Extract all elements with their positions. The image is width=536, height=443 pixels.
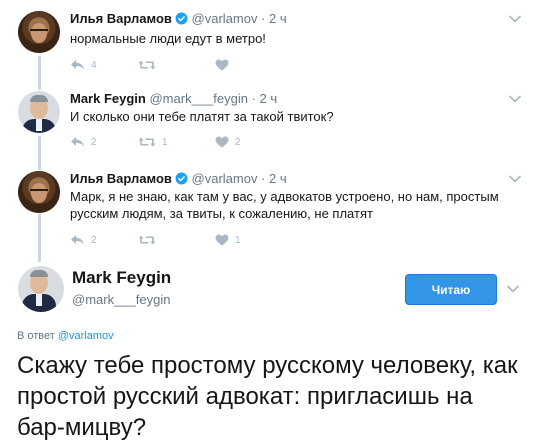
tweet-1[interactable]: Илья Варламов @varlamov · 2 ч нормальные…	[0, 0, 536, 80]
retweet-icon	[138, 137, 156, 147]
retweet-button[interactable]: 1	[138, 135, 168, 149]
timestamp[interactable]: · 2 ч	[261, 11, 287, 26]
avatar[interactable]	[18, 91, 60, 133]
main-avatar[interactable]	[18, 266, 64, 312]
author-name[interactable]: Mark Feygin	[70, 91, 146, 106]
avatar[interactable]	[18, 171, 60, 213]
like-count: 2	[235, 136, 241, 148]
reply-icon	[71, 60, 84, 70]
avatar[interactable]	[18, 11, 60, 53]
retweet-button[interactable]	[138, 58, 162, 72]
tweet-text: нормальные люди едут в метро!	[70, 31, 266, 46]
reply-button[interactable]: 4	[70, 58, 97, 72]
chevron-down-icon[interactable]	[506, 284, 520, 294]
reply-icon	[71, 137, 84, 147]
reply-prefix: В ответ	[17, 330, 58, 342]
chevron-down-icon[interactable]	[508, 94, 522, 104]
main-author-name[interactable]: Mark Feygin	[72, 268, 171, 288]
reply-icon	[71, 235, 84, 245]
timestamp[interactable]: · 2 ч	[252, 91, 278, 106]
reply-button[interactable]: 2	[70, 233, 97, 247]
like-button[interactable]: 2	[215, 135, 241, 149]
author-handle[interactable]: @varlamov	[192, 11, 258, 26]
author-handle[interactable]: @varlamov	[192, 171, 258, 186]
heart-icon	[215, 59, 229, 71]
tweet-3[interactable]: Илья Варламов @varlamov · 2 ч Марк, я не…	[0, 160, 536, 260]
reply-count: 2	[91, 136, 97, 148]
reply-handle-link[interactable]: @varlamov	[58, 330, 114, 342]
like-button[interactable]	[215, 58, 235, 72]
retweet-count: 1	[162, 136, 168, 148]
timestamp[interactable]: · 2 ч	[261, 171, 287, 186]
like-count: 1	[235, 234, 241, 246]
main-author-handle[interactable]: @mark___feygin	[72, 292, 170, 307]
retweet-icon	[138, 60, 156, 70]
reply-context: В ответ @varlamov	[17, 330, 114, 342]
author-name[interactable]: Илья Варламов	[70, 11, 172, 26]
reply-button[interactable]: 2	[70, 135, 97, 149]
retweet-icon	[138, 235, 156, 245]
tweet-text: И сколько они тебе платят за такой твито…	[70, 109, 334, 124]
reply-count: 2	[91, 234, 97, 246]
verified-badge-icon	[175, 172, 188, 185]
author-name[interactable]: Илья Варламов	[70, 171, 172, 186]
heart-icon	[215, 234, 229, 246]
tweet-text: Марк, я не знаю, как там у вас, у адвока…	[70, 189, 499, 221]
verified-badge-icon	[175, 12, 188, 25]
heart-icon	[215, 136, 229, 148]
follow-button[interactable]: Читаю	[405, 274, 497, 305]
tweet-2[interactable]: Mark Feygin @mark___feygin · 2 ч И сколь…	[0, 80, 536, 160]
main-tweet-text: Скажу тебе простому русскому человеку, к…	[17, 352, 518, 441]
reply-count: 4	[91, 59, 97, 71]
author-handle[interactable]: @mark___feygin	[149, 91, 247, 106]
like-button[interactable]: 1	[215, 233, 241, 247]
chevron-down-icon[interactable]	[508, 174, 522, 184]
retweet-button[interactable]	[138, 233, 162, 247]
chevron-down-icon[interactable]	[508, 14, 522, 24]
